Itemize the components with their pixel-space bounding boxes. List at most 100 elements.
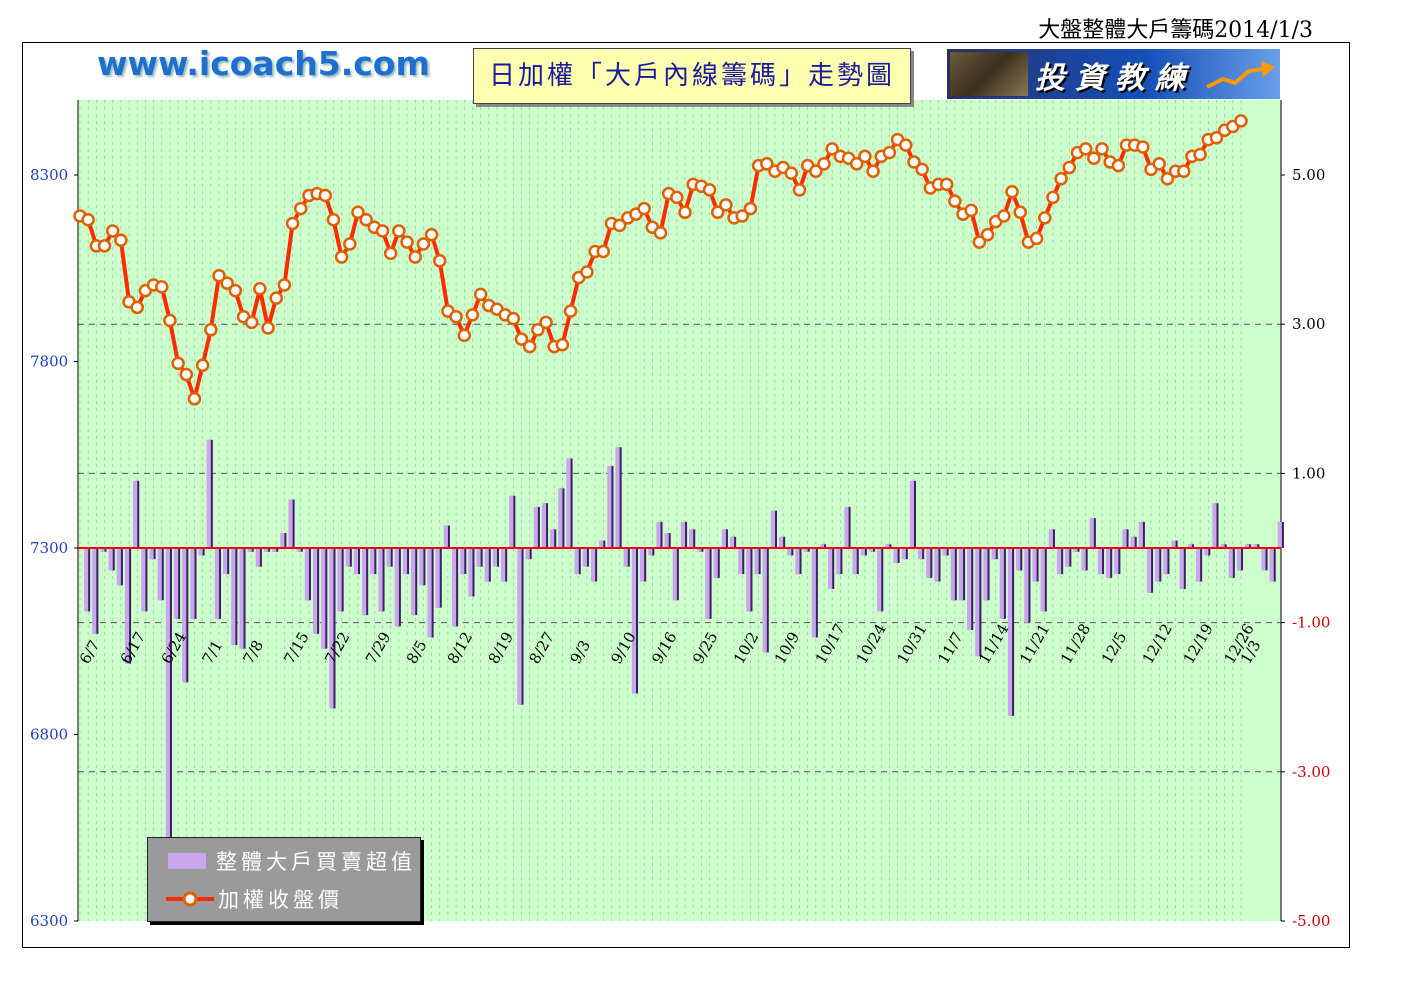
price-point xyxy=(294,201,308,216)
price-point xyxy=(1087,151,1101,165)
price-point xyxy=(1193,147,1207,162)
price-point xyxy=(244,315,259,330)
bar xyxy=(746,548,751,612)
bar xyxy=(500,548,506,582)
bar xyxy=(1212,503,1217,548)
left-tick-label: 6300 xyxy=(30,912,68,930)
price-point xyxy=(253,282,267,296)
bar xyxy=(468,548,473,597)
bar xyxy=(648,548,653,556)
price-point xyxy=(939,177,954,192)
bar xyxy=(345,548,350,567)
price-point xyxy=(187,392,202,406)
bar xyxy=(721,529,726,548)
bar xyxy=(836,548,841,575)
price-point xyxy=(1136,140,1150,154)
price-point xyxy=(285,216,300,231)
bar-swatch-icon xyxy=(168,853,206,869)
price-point xyxy=(670,190,684,205)
left-tick-label: 7300 xyxy=(30,539,68,557)
logo-text: 投資教練 xyxy=(1035,61,1195,96)
price-point xyxy=(195,358,210,372)
bar xyxy=(492,548,498,567)
right-tick-label: -3.00 xyxy=(1292,763,1330,781)
price-point xyxy=(343,237,357,251)
bar xyxy=(778,536,784,548)
bar xyxy=(1155,548,1160,582)
bar xyxy=(533,506,538,548)
bar xyxy=(844,506,849,548)
price-point xyxy=(817,157,831,171)
price-point xyxy=(204,323,218,337)
price-point xyxy=(473,287,488,302)
bar xyxy=(427,548,432,638)
price-point xyxy=(130,300,144,315)
right-axis-ticks: 5.00 3.00 1.00 -1.00 -3.00 -5.00 xyxy=(1281,166,1330,930)
bar xyxy=(934,548,939,582)
bar xyxy=(901,548,906,560)
site-url[interactable]: www.icoach5.com xyxy=(97,44,430,83)
left-tick-label: 6800 xyxy=(30,726,68,744)
price-point xyxy=(105,224,120,238)
bar xyxy=(321,548,326,649)
right-tick-label: 5.00 xyxy=(1292,166,1325,184)
bar xyxy=(975,548,980,657)
bar xyxy=(639,548,645,582)
bar xyxy=(214,548,220,619)
rising-arrow-icon xyxy=(1206,61,1275,89)
bar xyxy=(893,548,898,563)
bar xyxy=(909,480,914,548)
bar xyxy=(525,548,530,560)
price-point xyxy=(784,166,799,180)
bar xyxy=(116,548,121,586)
price-point xyxy=(1078,142,1093,156)
price-point xyxy=(318,188,333,203)
bar xyxy=(239,548,244,649)
price-point xyxy=(269,291,283,305)
price-point xyxy=(392,224,406,238)
bar xyxy=(394,548,399,627)
bar xyxy=(1269,548,1274,582)
bar xyxy=(672,548,677,601)
bar xyxy=(1204,548,1209,556)
price-point xyxy=(563,304,578,318)
bar xyxy=(288,499,293,548)
bar xyxy=(1097,548,1103,575)
bar xyxy=(574,548,579,575)
bar xyxy=(304,548,309,601)
price-point xyxy=(424,227,439,242)
brand-logo: 投資教練 xyxy=(947,49,1280,99)
price-point xyxy=(964,203,978,218)
bar xyxy=(157,548,162,601)
price-point xyxy=(81,213,95,227)
bar xyxy=(1163,548,1168,575)
bar xyxy=(1024,548,1029,623)
left-tick-label: 8300 xyxy=(30,166,68,184)
price-point xyxy=(261,321,275,335)
bar xyxy=(190,548,195,619)
bar xyxy=(165,548,170,869)
price-point xyxy=(375,224,390,238)
price-point xyxy=(179,367,194,382)
price-point xyxy=(416,237,431,251)
bar xyxy=(411,548,416,616)
price-point xyxy=(997,209,1011,223)
bar xyxy=(1032,548,1037,582)
price-point xyxy=(1013,205,1027,220)
price-point xyxy=(400,235,414,249)
bar xyxy=(950,548,955,601)
bar xyxy=(108,548,113,571)
bar xyxy=(484,548,489,582)
bar xyxy=(141,548,146,612)
bar xyxy=(1089,518,1094,548)
bar xyxy=(1065,548,1070,567)
price-point xyxy=(1005,185,1019,199)
bar xyxy=(558,488,563,548)
price-point xyxy=(596,244,611,259)
bar xyxy=(566,458,571,548)
bar xyxy=(451,548,457,627)
bar xyxy=(337,548,342,612)
bar xyxy=(231,548,236,645)
price-point xyxy=(449,309,463,324)
price-point xyxy=(1152,157,1166,171)
